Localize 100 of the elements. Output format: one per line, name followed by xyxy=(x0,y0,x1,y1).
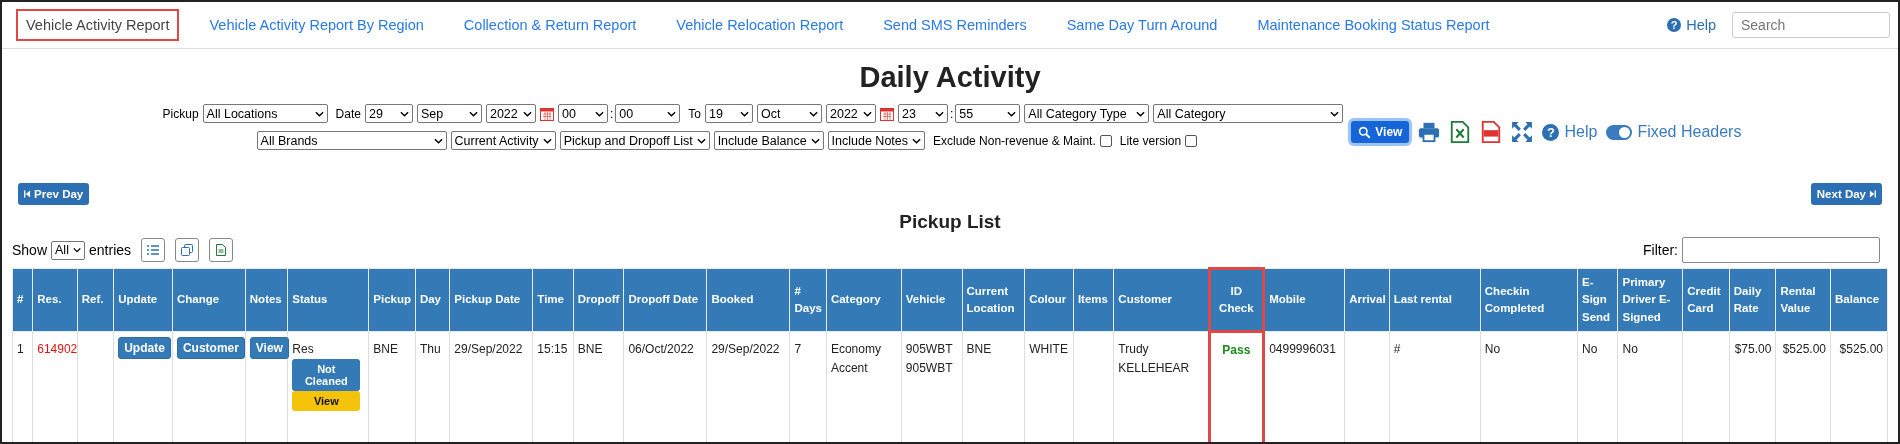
caret-icon xyxy=(399,110,409,117)
dropdown[interactable]: Include Balance xyxy=(713,131,824,150)
dropdown[interactable]: 2022 xyxy=(826,104,876,123)
checkbox-label: Exclude Non-revenue & Maint. xyxy=(933,133,1096,148)
column-header: ID Check xyxy=(1209,268,1264,332)
column-header: Balance xyxy=(1830,268,1888,332)
checkbox[interactable] xyxy=(1099,134,1112,147)
table-cell-text: Thu xyxy=(419,341,442,358)
dropdown[interactable]: 23 xyxy=(898,104,948,123)
help-icon[interactable]: ? xyxy=(1542,123,1560,141)
column-header: Rental Value xyxy=(1775,268,1831,332)
inspection-button[interactable]: View xyxy=(292,391,361,411)
calendar-icon[interactable] xyxy=(539,106,554,121)
printer-icon[interactable] xyxy=(1418,121,1441,143)
help-link[interactable]: Help xyxy=(1686,17,1716,33)
table-cell-text: Trudy xyxy=(1118,341,1150,358)
caret-icon xyxy=(433,137,443,144)
dropdown[interactable]: 00 xyxy=(615,104,681,123)
column-header: Category xyxy=(826,268,902,332)
cleaning-status-button[interactable]: Not Cleaned xyxy=(292,359,361,391)
page-title: Daily Activity xyxy=(858,61,1042,94)
dropdown[interactable]: Include Notes xyxy=(827,131,926,150)
row-button[interactable]: Customer xyxy=(176,337,245,359)
caret-icon xyxy=(72,247,82,253)
view-button[interactable]: View xyxy=(1351,121,1410,143)
search-icon xyxy=(1358,125,1372,139)
table-cell-text: 29/Sep/2022 xyxy=(454,341,524,358)
show-label: Show xyxy=(12,242,48,258)
column-header: Dropoff Date xyxy=(623,268,707,332)
dropdown[interactable]: 00 xyxy=(557,104,608,123)
column-header: Update xyxy=(113,268,173,332)
dropdown[interactable]: All Category xyxy=(1153,104,1344,123)
dropdown[interactable]: All Brands xyxy=(256,131,447,150)
file-icon xyxy=(215,244,228,256)
checkbox[interactable] xyxy=(1185,134,1198,147)
table-cell-text: BNE xyxy=(373,341,399,358)
row-button[interactable]: View xyxy=(249,337,289,359)
copy-button[interactable] xyxy=(175,238,200,262)
column-header: Last rental xyxy=(1389,268,1481,332)
spreadsheet-file-icon[interactable] xyxy=(1449,121,1472,143)
nav-tab[interactable]: Vehicle Activity Report By Region xyxy=(191,11,442,39)
dropdown[interactable]: 55 xyxy=(955,104,1021,123)
caret-icon xyxy=(810,137,820,144)
table-cell-text: $75.00 xyxy=(1733,341,1772,358)
help-icon[interactable]: ? xyxy=(1667,18,1682,32)
table-cell-text: 0499996031 xyxy=(1269,341,1337,358)
list-title: Pickup List xyxy=(898,211,1002,233)
prev-day-button[interactable]: Prev Day xyxy=(18,183,90,205)
caret-icon xyxy=(594,110,604,117)
nav-tab[interactable]: Collection & Return Report xyxy=(445,11,655,39)
list-view-button[interactable] xyxy=(141,238,166,262)
nav-tab[interactable]: Same Day Turn Around xyxy=(1048,11,1236,39)
column-header: Colour xyxy=(1024,268,1074,332)
table-cell-text: 29/Sep/2022 xyxy=(711,341,781,358)
dropdown[interactable]: Oct xyxy=(757,104,822,123)
column-header: Arrival xyxy=(1344,268,1390,332)
nav-tab[interactable]: Send SMS Reminders xyxy=(865,11,1045,39)
column-header: Credit Card xyxy=(1682,268,1730,332)
column-header: Customer xyxy=(1113,268,1209,332)
filter-label: Date xyxy=(335,106,361,121)
next-day-button[interactable]: Next Day xyxy=(1810,183,1882,205)
table-cell-text: 7 xyxy=(794,341,803,358)
caret-icon xyxy=(696,137,706,144)
column-header: Dropoff xyxy=(573,268,624,332)
dropdown[interactable]: 29 xyxy=(364,104,413,123)
search-field[interactable]: Search xyxy=(1732,12,1890,38)
calendar-icon[interactable] xyxy=(880,106,894,121)
column-header: Res. xyxy=(32,268,78,332)
table-cell-text: BNE xyxy=(577,341,604,358)
toggle-label: Fixed Headers xyxy=(1637,123,1742,141)
caret-icon xyxy=(1330,110,1340,117)
export-file-button[interactable] xyxy=(209,238,234,262)
column-header: Status xyxy=(287,268,369,332)
table-cell-text: # xyxy=(1393,341,1402,358)
pdf-file-icon[interactable] xyxy=(1480,121,1503,143)
dropdown[interactable]: All Category Type xyxy=(1024,104,1150,123)
caret-icon xyxy=(863,110,872,117)
dropdown[interactable]: Pickup and Dropoff List xyxy=(559,131,710,150)
column-header: Primary Driver E-Signed xyxy=(1617,268,1683,332)
column-header: E-Sign Send xyxy=(1577,268,1618,332)
nav-tab[interactable]: Vehicle Relocation Report xyxy=(658,11,862,39)
toggle-switch[interactable] xyxy=(1606,124,1633,140)
column-header: Vehicle xyxy=(901,268,962,332)
caret-icon xyxy=(314,110,324,117)
dropdown[interactable]: 19 xyxy=(705,104,753,123)
nav-tab[interactable]: Vehicle Activity Report xyxy=(16,9,180,41)
dropdown[interactable]: Sep xyxy=(416,104,482,123)
entries-dropdown[interactable]: All xyxy=(51,240,86,260)
nav-tab[interactable]: Maintenance Booking Status Report xyxy=(1239,11,1508,39)
table-cell-text: Economy xyxy=(830,341,882,358)
dropdown[interactable]: All Locations xyxy=(202,104,328,123)
dropdown[interactable]: 2022 xyxy=(485,104,536,123)
table-cell-text: KELLEHEAR xyxy=(1118,360,1191,377)
column-header: Pickup xyxy=(368,268,416,332)
expand-icon[interactable] xyxy=(1511,121,1534,143)
dropdown[interactable]: Current Activity xyxy=(450,131,556,150)
row-button[interactable]: Update xyxy=(118,337,171,359)
filter-field[interactable] xyxy=(1682,237,1880,263)
time-separator: : xyxy=(609,106,614,121)
help-link[interactable]: Help xyxy=(1564,123,1598,141)
